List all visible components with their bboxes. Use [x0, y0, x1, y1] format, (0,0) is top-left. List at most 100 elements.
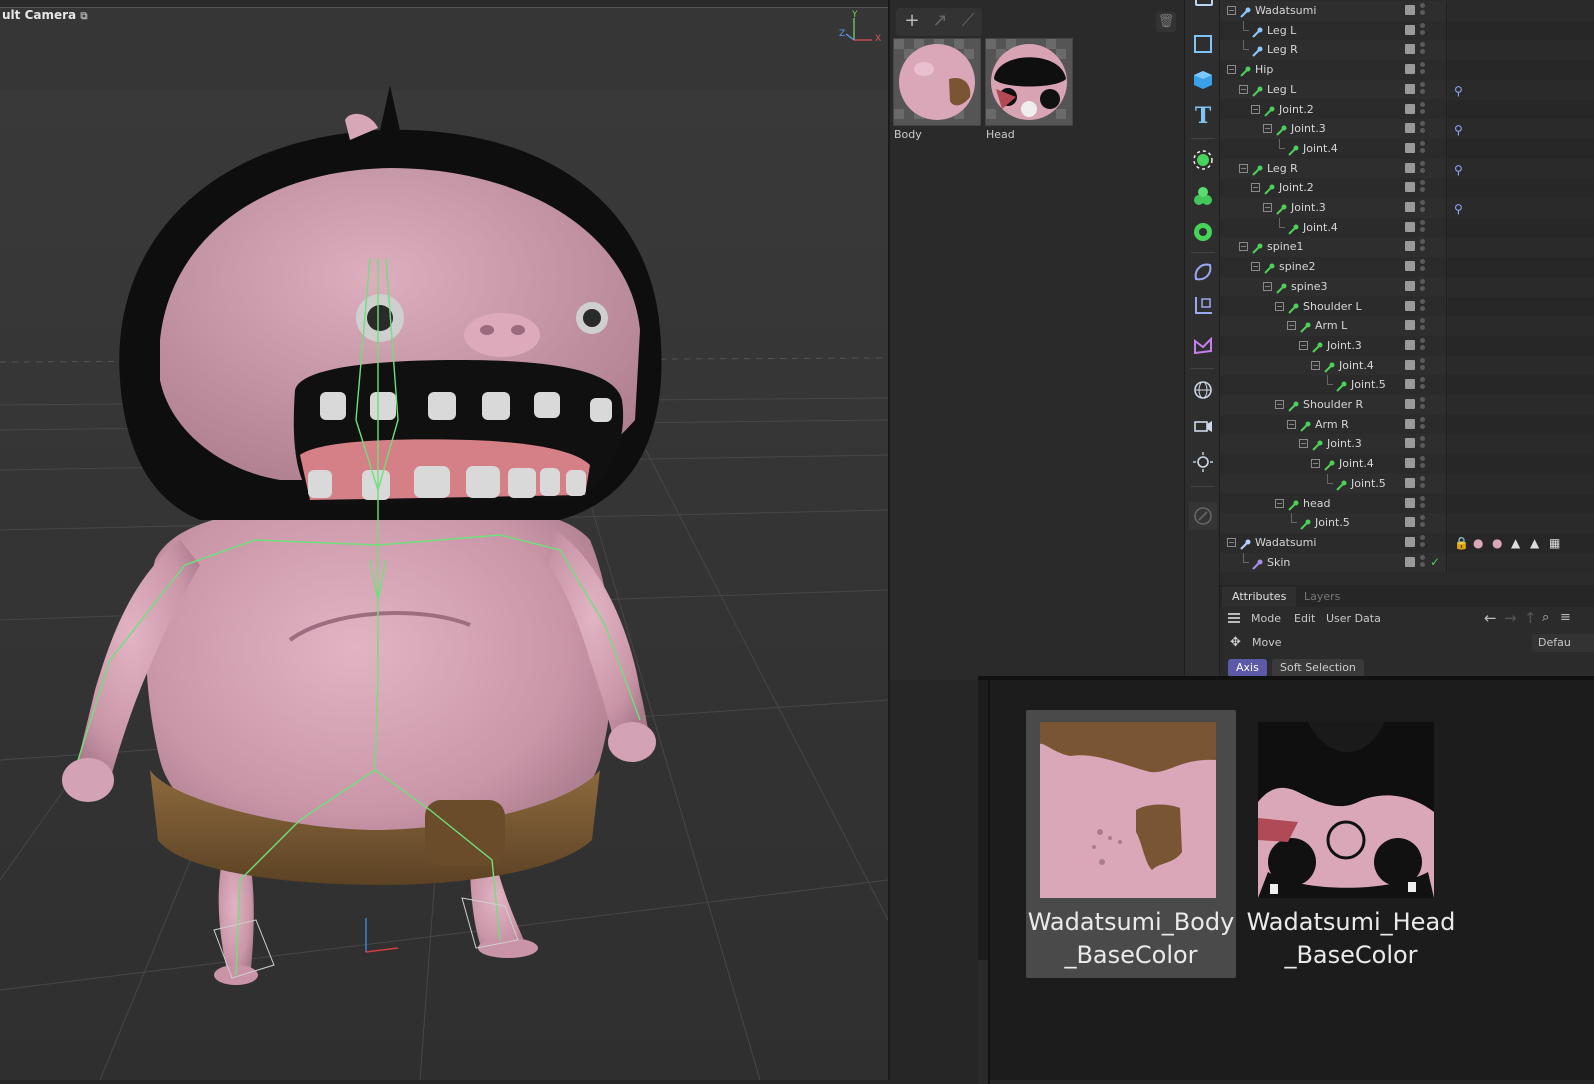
collapse-toggle[interactable]: − — [1251, 104, 1260, 114]
tags-column[interactable] — [1448, 20, 1594, 41]
search-icon[interactable]: ⌕ — [1542, 610, 1549, 625]
tags-column[interactable] — [1448, 237, 1594, 258]
visibility-dots[interactable] — [1420, 416, 1425, 432]
object-row[interactable]: − Wadatsumi 🔒 ● ● ▲ ▲ ▦ — [1220, 532, 1594, 553]
tags-column[interactable] — [1448, 158, 1594, 179]
ik-goal-tag-icon[interactable]: ⚲ — [1454, 200, 1463, 219]
tags-column[interactable] — [1448, 434, 1594, 455]
layer-edit-icon[interactable] — [1405, 359, 1415, 370]
layer-edit-icon[interactable] — [1405, 300, 1415, 311]
object-row[interactable]: − Wadatsumi — [1220, 1, 1594, 21]
visibility-dots[interactable] — [1420, 101, 1425, 117]
cube-icon[interactable] — [1189, 66, 1217, 94]
object-row[interactable]: Joint.4 — [1220, 138, 1594, 159]
tags-column[interactable] — [1448, 355, 1594, 376]
object-row[interactable]: − Leg L ⚲ — [1220, 79, 1594, 101]
generator-icon[interactable] — [1189, 146, 1217, 174]
collapse-toggle[interactable]: − — [1239, 242, 1248, 252]
visibility-dots[interactable] — [1420, 495, 1425, 511]
tags-column[interactable] — [1448, 493, 1594, 514]
visibility-dots[interactable] — [1420, 357, 1425, 373]
object-row[interactable]: Joint.5 — [1220, 375, 1594, 395]
collapse-toggle[interactable]: − — [1299, 340, 1308, 350]
null-object-icon[interactable] — [1189, 30, 1217, 58]
visibility-dots[interactable] — [1420, 278, 1425, 294]
object-row[interactable]: − Joint.4 — [1220, 355, 1594, 376]
layer-edit-icon[interactable] — [1405, 458, 1415, 469]
object-row[interactable]: − Shoulder L — [1220, 296, 1594, 317]
tags-column[interactable] — [1448, 316, 1594, 336]
layer-edit-icon[interactable] — [1405, 280, 1415, 291]
layer-edit-icon[interactable] — [1405, 83, 1415, 94]
deformer-icon[interactable] — [1189, 258, 1217, 286]
spline-icon[interactable] — [1189, 332, 1217, 360]
object-row[interactable]: − Joint.2 — [1220, 178, 1594, 198]
object-row[interactable]: − Joint.3 — [1220, 434, 1594, 455]
layer-edit-icon[interactable] — [1405, 123, 1415, 134]
object-row[interactable]: Joint.4 — [1220, 217, 1594, 238]
material-thumb-head[interactable] — [985, 38, 1073, 126]
object-row[interactable]: − Hip — [1220, 60, 1594, 80]
back-arrow-icon[interactable]: ← — [1484, 609, 1497, 627]
tags-column[interactable] — [1448, 99, 1594, 120]
tags-column[interactable] — [1448, 276, 1594, 297]
visibility-dots[interactable] — [1420, 219, 1425, 235]
tags-column[interactable] — [1448, 454, 1594, 474]
collapse-toggle[interactable]: − — [1275, 301, 1284, 311]
layer-edit-icon[interactable] — [1405, 438, 1415, 449]
layer-edit-icon[interactable] — [1405, 64, 1415, 75]
tags-column[interactable] — [1448, 552, 1594, 573]
object-row[interactable]: − Joint.3 ⚲ — [1220, 198, 1594, 218]
material-thumb-body[interactable] — [893, 38, 981, 126]
hamburger-icon[interactable] — [1228, 613, 1240, 623]
visibility-dots[interactable] — [1420, 3, 1425, 18]
tags-column[interactable] — [1448, 79, 1594, 100]
menu-edit[interactable]: Edit — [1294, 612, 1315, 625]
tags-column[interactable] — [1448, 473, 1594, 494]
object-row[interactable]: − spine1 — [1220, 237, 1594, 258]
camera-label[interactable]: ult Camera ⧉ — [0, 8, 87, 22]
visibility-dots[interactable] — [1420, 81, 1425, 97]
enabled-check-icon[interactable]: ✓ — [1430, 553, 1440, 572]
layer-edit-icon[interactable] — [1405, 103, 1415, 114]
light-icon[interactable] — [1189, 448, 1217, 476]
material-tag-icon[interactable]: ● — [1473, 534, 1483, 553]
layer-edit-icon[interactable] — [1405, 261, 1415, 272]
environment-icon[interactable] — [1189, 376, 1217, 404]
layer-edit-icon[interactable] — [1405, 418, 1415, 429]
layer-edit-icon[interactable] — [1405, 320, 1415, 331]
3d-viewport[interactable]: ult Camera ⧉ Y Z X — [0, 0, 888, 1080]
subtab-soft-selection[interactable]: Soft Selection — [1272, 659, 1364, 677]
collapse-toggle[interactable]: − — [1263, 203, 1272, 212]
visibility-dots[interactable] — [1420, 554, 1425, 570]
visibility-dots[interactable] — [1420, 397, 1425, 412]
tool-preset[interactable]: Defau — [1532, 634, 1594, 652]
collapse-toggle[interactable]: − — [1227, 537, 1236, 547]
tags-column[interactable] — [1448, 217, 1594, 238]
layer-edit-icon[interactable] — [1405, 517, 1415, 528]
collapse-toggle[interactable]: − — [1287, 321, 1296, 331]
tags-column[interactable] — [1448, 375, 1594, 395]
visibility-dots[interactable] — [1420, 318, 1425, 333]
collapse-toggle[interactable]: − — [1239, 163, 1248, 173]
visibility-dots[interactable] — [1420, 259, 1425, 274]
visibility-dots[interactable] — [1420, 456, 1425, 471]
tags-column[interactable] — [1448, 513, 1594, 533]
visibility-dots[interactable] — [1420, 436, 1425, 451]
collapse-toggle[interactable]: − — [1311, 360, 1320, 370]
field-icon[interactable] — [1189, 292, 1217, 320]
layer-edit-icon[interactable] — [1405, 241, 1415, 252]
ik-tag-icon[interactable]: ⚲ — [1454, 161, 1463, 180]
tags-column[interactable] — [1448, 335, 1594, 356]
edit-tool-icon[interactable] — [1189, 502, 1217, 530]
menu-user-data[interactable]: User Data — [1326, 612, 1381, 625]
ik-tag-icon[interactable]: ⚲ — [1454, 82, 1463, 101]
tags-column[interactable] — [1448, 119, 1594, 139]
object-row[interactable]: − Joint.4 — [1220, 454, 1594, 474]
visibility-dots[interactable] — [1420, 160, 1425, 176]
visibility-dots[interactable] — [1420, 377, 1425, 392]
object-row[interactable]: − Joint.3 ⚲ — [1220, 119, 1594, 139]
layer-edit-icon[interactable] — [1405, 24, 1415, 35]
layer-edit-icon[interactable] — [1405, 379, 1415, 390]
subtab-axis[interactable]: Axis — [1228, 659, 1267, 677]
